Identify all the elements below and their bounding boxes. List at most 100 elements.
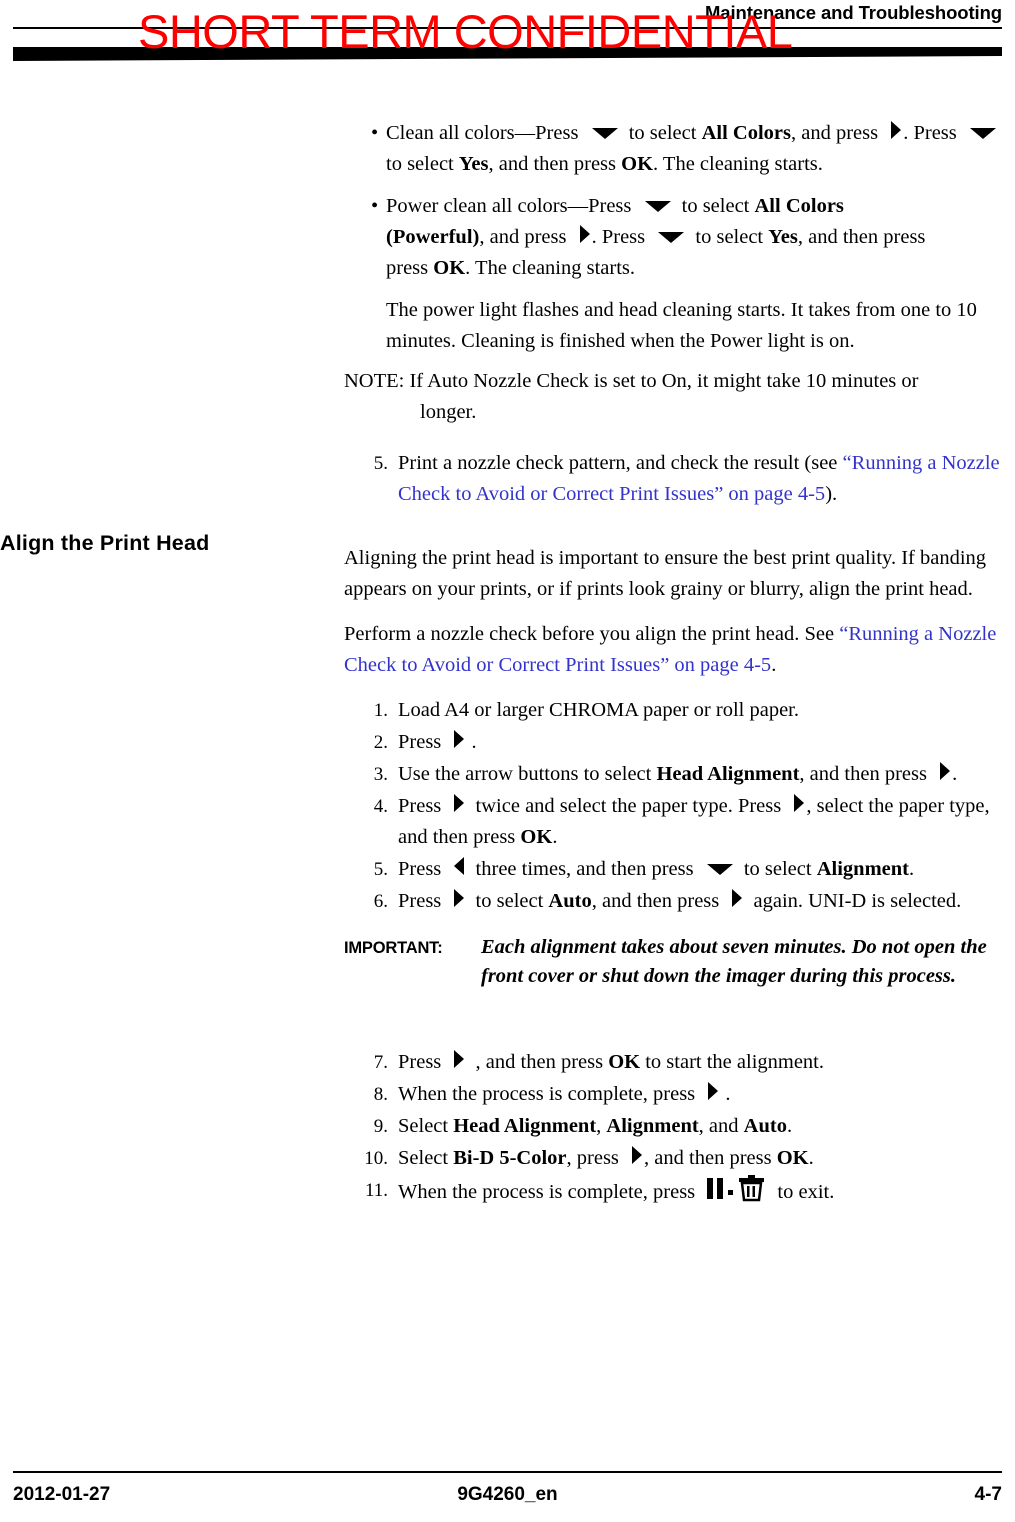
step-9-sep2: , and (698, 1115, 739, 1137)
step-5-bold: Alignment (816, 858, 909, 880)
down-arrow-icon (656, 229, 686, 245)
list-item: 10. Select Bi-D 5-Color, press , and the… (344, 1143, 1010, 1174)
bullet-2-press: press (386, 257, 434, 279)
step-number: 9. (373, 1116, 388, 1137)
right-arrow-icon (452, 887, 466, 909)
step-11-post: to exit. (777, 1181, 835, 1203)
list-item: • Clean all colors—Press to select All C… (344, 118, 1010, 180)
right-arrow-icon (706, 1080, 720, 1102)
step-10-bold2: OK (776, 1147, 809, 1169)
step-5-pre: Press (398, 858, 442, 880)
list-item: • Power clean all colors—Press to select… (344, 191, 1010, 284)
step-7-pre: Press (398, 1051, 442, 1073)
align-intro-tail: . (771, 654, 777, 676)
section-heading: Align the Print Head (0, 531, 210, 555)
right-arrow-icon (889, 119, 903, 141)
step-number: 4. (373, 796, 388, 817)
note-text-continued: longer. (420, 401, 477, 423)
bullet-1-seg1: Clean all colors—Press (386, 122, 579, 144)
step-number: 10. (364, 1148, 388, 1169)
step-number: 5. (373, 453, 388, 474)
bullet-dot: • (371, 122, 379, 144)
bullet-1-seg2: to select (628, 122, 697, 144)
right-arrow-icon (938, 760, 952, 782)
cleaning-paragraph: The power light flashes and head cleanin… (386, 299, 977, 352)
step-5-mid2: to select (743, 858, 812, 880)
bullet-2-seg3: , and press (479, 226, 567, 248)
list-item: 4. Press twice and select the paper type… (344, 791, 1010, 853)
step-9-bold3: Auto (743, 1115, 787, 1137)
bullet-dot: • (371, 195, 379, 217)
bullet-1-seg7: . The cleaning starts. (653, 153, 823, 175)
confidential-watermark: SHORT TERM CONFIDENTIAL (138, 5, 793, 58)
left-arrow-icon (452, 855, 466, 877)
align-intro-paragraph-1: Aligning the print head is important to … (344, 547, 987, 600)
step-9-sep1: , (596, 1115, 602, 1137)
step-9-bold2: Alignment (606, 1115, 699, 1137)
step-10-post: . (808, 1147, 814, 1169)
list-item: 9. Select Head Alignment, Alignment, and… (344, 1111, 1010, 1142)
step-3-pre: Use the arrow buttons to select (398, 763, 652, 785)
bullet-1-seg5: to select (386, 153, 454, 175)
list-item: 11. When the process is complete, press … (344, 1175, 1010, 1208)
right-arrow-icon (630, 1144, 644, 1166)
step-10-mid: , press (566, 1147, 619, 1169)
step-5-post: . (908, 858, 915, 880)
bullet-2-bold2: (Powerful) (386, 226, 480, 248)
step-6-pre: Press (398, 890, 442, 912)
step-number: 8. (373, 1084, 388, 1105)
footer-rule (13, 1471, 1002, 1473)
body-column: • Clean all colors—Press to select All C… (344, 118, 1010, 1209)
list-item: 5. Press three times, and then press to … (344, 854, 1010, 885)
list-item: 8. When the process is complete, press . (344, 1079, 1010, 1110)
step-8-post: . (725, 1083, 731, 1105)
step-7-post: to start the alignment. (645, 1051, 824, 1073)
step-9-post: . (786, 1115, 793, 1137)
bullet-1-bold2: Yes (458, 153, 489, 175)
bullet-2-seg6: , and then press (797, 226, 926, 248)
bullet-1-seg6: , and then press (488, 153, 617, 175)
list-item: 5. Print a nozzle check pattern, and che… (344, 448, 1010, 510)
list-item: 3. Use the arrow buttons to select Head … (344, 759, 1010, 790)
step-10-mid2: , and then press (644, 1147, 772, 1169)
step-3-mid: , and then press (799, 763, 927, 785)
step-4-bold: OK (520, 826, 553, 848)
step-9-bold1: Head Alignment (453, 1115, 597, 1137)
bullet-1-bold1: All Colors (701, 122, 791, 144)
down-arrow-icon (643, 198, 673, 214)
right-arrow-icon (578, 223, 592, 245)
step-number: 6. (373, 891, 388, 912)
right-arrow-icon (792, 792, 806, 814)
bullet-1-bold3: OK (621, 153, 654, 175)
step-11-pre: When the process is complete, press (398, 1181, 696, 1203)
bullet-2-bold4: OK (433, 257, 466, 279)
down-arrow-icon (590, 125, 620, 141)
step-4-pre: Press (398, 795, 442, 817)
bullet-2-bold3: Yes (768, 226, 798, 248)
important-label: IMPORTANT: (344, 939, 443, 957)
step-number: 3. (373, 764, 388, 785)
list-item: 6. Press to select Auto, and then press … (344, 886, 1010, 917)
step-8-pre: When the process is complete, press (398, 1083, 696, 1105)
step-2-post: . (471, 731, 477, 753)
step-7-bold: OK (608, 1051, 641, 1073)
step-3-bold: Head Alignment (656, 763, 800, 785)
page-footer: 2012-01-27 9G4260_en 4-7 (0, 1432, 1015, 1522)
step5-text: Print a nozzle check pattern, and check … (398, 452, 838, 474)
list-item: 1. Load A4 or larger CHROMA paper or rol… (344, 695, 1010, 726)
important-block: IMPORTANT: Each alignment takes about se… (344, 933, 1010, 1033)
bullet-1-seg3: , and press (790, 122, 879, 144)
right-arrow-icon (452, 1048, 466, 1070)
note-text: If Auto Nozzle Check is set to On, it mi… (409, 370, 919, 392)
footer-doc-number: 9G4260_en (457, 1484, 558, 1505)
step-3-post: . (952, 763, 958, 785)
step-7-mid: , and then press (475, 1051, 604, 1073)
step-4-mid1: twice and select the paper type. Press (475, 795, 782, 817)
note-label: NOTE: (344, 370, 405, 392)
list-item: 2. Press . (344, 727, 1010, 758)
step-number: 11. (364, 1180, 388, 1201)
right-arrow-icon (452, 728, 466, 750)
bullet-2-seg7: . The cleaning starts. (465, 257, 636, 279)
step-2-pre: Press (398, 731, 442, 753)
bullet-1-seg4: . Press (903, 122, 957, 144)
